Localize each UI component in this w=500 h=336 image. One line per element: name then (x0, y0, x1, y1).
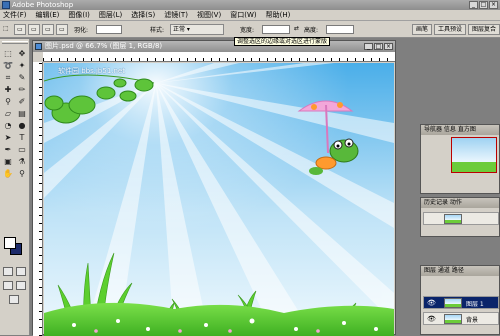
horizontal-ruler[interactable] (43, 52, 395, 62)
history-panel-header[interactable]: 历史记录 动作 (421, 198, 499, 208)
layer-row-1[interactable]: 👁 图层 1 (423, 296, 499, 309)
minimize-button[interactable]: _ (469, 1, 478, 9)
layers-panel: 图层 通道 路径 👁 图层 1 👁 背景 (420, 265, 500, 335)
screen-mode-standard-button[interactable] (3, 281, 13, 290)
menu-layer[interactable]: 图层(L) (99, 10, 122, 20)
marquee-tool-icon[interactable]: ⬚ (2, 49, 14, 59)
navigator-panel-header[interactable]: 导航器 信息 直方图 (421, 125, 499, 135)
layer-name: 背景 (466, 317, 479, 324)
slice-tool-icon[interactable]: ✎ (16, 73, 28, 83)
document-controls: _ □ × (364, 43, 393, 50)
width-input[interactable] (262, 25, 290, 34)
refine-edge-tooltip: 调整选区的边缘或对选区进行蒙版 (234, 37, 331, 46)
doc-close-button[interactable]: × (384, 43, 393, 50)
magic-wand-icon[interactable]: ✦ (16, 61, 28, 71)
doc-maximize-button[interactable]: □ (374, 43, 383, 50)
path-select-icon[interactable]: ➤ (2, 133, 14, 143)
width-label: 宽度: (240, 27, 255, 34)
brush-tool-icon[interactable]: ✏ (16, 85, 28, 95)
tab-brushes[interactable]: 画笔 (411, 24, 432, 35)
document-icon (35, 43, 42, 50)
shape-tool-icon[interactable]: ▭ (16, 145, 28, 155)
menu-edit[interactable]: 编辑(E) (36, 10, 60, 20)
intersect-selection-button[interactable]: ▭ (56, 24, 68, 35)
layer-thumbnail (444, 314, 462, 324)
move-tool-icon[interactable]: ✥ (16, 49, 28, 59)
foreground-color-swatch[interactable] (4, 237, 16, 249)
maximize-button[interactable]: □ (479, 1, 488, 9)
history-brush-icon[interactable]: ✐ (16, 97, 28, 107)
menu-image[interactable]: 图像(I) (68, 10, 90, 20)
crop-tool-icon[interactable]: ⌗ (2, 73, 14, 83)
toolbox-grip[interactable] (2, 41, 28, 44)
lasso-tool-icon[interactable]: ➰ (2, 61, 14, 71)
hand-tool-icon[interactable]: ✋ (2, 169, 14, 179)
quick-mask-button[interactable] (16, 267, 26, 276)
menu-help[interactable]: 帮助(H) (266, 10, 291, 20)
notes-tool-icon[interactable]: ▣ (2, 157, 14, 167)
type-tool-icon[interactable]: T (16, 133, 28, 143)
standard-mode-button[interactable] (3, 267, 13, 276)
history-panel: 历史记录 动作 (420, 197, 500, 237)
feather-label: 羽化: (74, 27, 89, 34)
tab-tool-presets[interactable]: 工具预设 (433, 24, 466, 35)
menu-filter[interactable]: 滤镜(T) (164, 10, 188, 20)
menu-file[interactable]: 文件(F) (3, 10, 27, 20)
navigator-panel: 导航器 信息 直方图 (420, 124, 500, 194)
layer-thumbnail (444, 298, 462, 308)
dodge-tool-icon[interactable]: ● (16, 121, 28, 131)
document-title: 图片.psd @ 66.7% (图层 1, RGB/8) (45, 42, 163, 50)
feather-input[interactable] (96, 25, 122, 34)
layer-name: 图层 1 (466, 301, 484, 308)
window-controls: _ □ × (469, 1, 498, 9)
menu-bar: 文件(F) 编辑(E) 图像(I) 图层(L) 选择(S) 滤镜(T) 视图(V… (0, 10, 500, 21)
app-titlebar: Adobe Photoshop _ □ × (0, 0, 500, 10)
palette-well: 画笔 工具预设 图层复合 (411, 24, 500, 35)
vertical-ruler[interactable] (33, 62, 43, 336)
layer-row-background[interactable]: 👁 背景 (423, 312, 499, 325)
marquee-tool-icon[interactable]: ⬚ (3, 25, 9, 32)
subtract-selection-button[interactable]: ▭ (42, 24, 54, 35)
pen-tool-icon[interactable]: ✒ (2, 145, 14, 155)
toolbox: ⬚ ✥ ➰ ✦ ⌗ ✎ ✚ ✏ ⚲ ✐ ▱ ▤ ◔ ● ➤ T ✒ ▭ ▣ ⚗ … (0, 39, 30, 335)
right-panels: 导航器 信息 直方图 历史记录 动作 图层 通道 路径 👁 图层 1 👁 背景 (420, 39, 500, 335)
blur-tool-icon[interactable]: ◔ (2, 121, 14, 131)
history-snapshot[interactable] (423, 212, 499, 225)
history-thumbnail (444, 214, 462, 224)
jump-to-imageready-button[interactable] (9, 295, 19, 304)
healing-brush-icon[interactable]: ✚ (2, 85, 14, 95)
image-canvas[interactable]: 软件园 bbs.jb51.net (44, 63, 394, 336)
eye-icon[interactable]: 👁 (427, 299, 436, 307)
close-button[interactable]: × (489, 1, 498, 9)
style-select[interactable]: 正常 ▾ (170, 24, 224, 35)
eraser-tool-icon[interactable]: ▱ (2, 109, 14, 119)
clone-stamp-icon[interactable]: ⚲ (2, 97, 14, 107)
document-window: 图片.psd @ 66.7% (图层 1, RGB/8) _ □ × 软件园 b… (32, 40, 396, 336)
screen-mode-full-button[interactable] (16, 281, 26, 290)
doc-minimize-button[interactable]: _ (364, 43, 373, 50)
navigator-thumbnail[interactable] (451, 137, 497, 173)
photoshop-app-icon (2, 1, 10, 9)
tool-options-bar: ⬚ ▭ ▭ ▭ ▭ 羽化: 样式: 正常 ▾ 宽度: ⇄ 高度: 画笔 工具预设… (0, 21, 500, 38)
eyedropper-icon[interactable]: ⚗ (16, 157, 28, 167)
height-input[interactable] (326, 25, 354, 34)
new-selection-button[interactable]: ▭ (14, 24, 26, 35)
style-value: 正常 (173, 26, 186, 33)
gradient-tool-icon[interactable]: ▤ (16, 109, 28, 119)
canvas-watermark: 软件园 bbs.jb51.net (58, 67, 125, 75)
canvas-artwork (44, 63, 394, 336)
menu-window[interactable]: 窗口(W) (230, 10, 256, 20)
tab-layer-comps[interactable]: 图层复合 (467, 24, 500, 35)
eye-icon[interactable]: 👁 (427, 315, 436, 323)
swap-icon[interactable]: ⇄ (294, 25, 299, 32)
menu-select[interactable]: 选择(S) (131, 10, 155, 20)
height-label: 高度: (304, 27, 319, 34)
zoom-tool-icon[interactable]: ⚲ (16, 169, 28, 179)
style-label: 样式: (150, 27, 165, 34)
layers-panel-header[interactable]: 图层 通道 路径 (421, 266, 499, 276)
menu-view[interactable]: 视图(V) (197, 10, 221, 20)
document-titlebar[interactable]: 图片.psd @ 66.7% (图层 1, RGB/8) _ □ × (33, 41, 395, 52)
add-selection-button[interactable]: ▭ (28, 24, 40, 35)
app-title: Adobe Photoshop (12, 1, 74, 9)
